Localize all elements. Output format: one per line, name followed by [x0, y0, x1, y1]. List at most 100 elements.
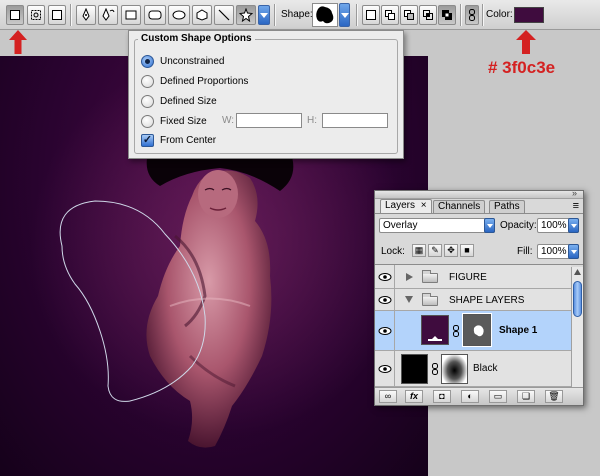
panel-collapse-icon[interactable]: » — [572, 188, 577, 198]
panel-menu-icon[interactable]: ≡ — [573, 201, 579, 212]
mask-link-icon[interactable] — [432, 363, 438, 375]
option-fixed-size[interactable]: Fixed Size — [141, 114, 207, 128]
fx-icon[interactable]: fx — [405, 390, 423, 403]
line-icon[interactable] — [214, 5, 234, 25]
combine-icons[interactable] — [362, 5, 380, 25]
tab-channels[interactable]: Channels — [433, 200, 486, 213]
radio-icon[interactable] — [141, 74, 154, 88]
blend-mode-select[interactable]: Overlay — [379, 218, 495, 233]
tab-paths[interactable]: Paths — [489, 200, 525, 213]
option-defined-proportions[interactable]: Defined Proportions — [141, 74, 248, 88]
fill-field[interactable]: 100% — [537, 244, 579, 259]
toolbar-divider — [482, 4, 484, 26]
paths-icon[interactable] — [27, 5, 45, 25]
color-hex-annotation: # 3f0c3e — [488, 58, 556, 77]
shape-layers-icon[interactable] — [6, 5, 24, 25]
option-from-center[interactable]: ✓ From Center — [141, 133, 216, 147]
fill-pixels-icon[interactable] — [48, 5, 66, 25]
checkbox-checked-icon[interactable]: ✓ — [141, 133, 154, 147]
link-icon[interactable] — [465, 5, 479, 25]
layers-panel: » Layers × Channels Paths ≡ Overlay Opac… — [374, 188, 584, 406]
layer-name: Black — [473, 363, 498, 374]
adjustment-icon[interactable]: ◐ — [461, 390, 479, 403]
intersect-shape-areas-icon[interactable] — [419, 5, 437, 25]
shape-picker[interactable] — [312, 3, 338, 27]
collapse-triangle-icon[interactable] — [405, 296, 413, 303]
tab-close-icon[interactable]: × — [421, 200, 427, 211]
fill-label: Fill: — [517, 246, 533, 257]
layer-row-black[interactable]: Black — [375, 351, 571, 387]
ellipse-icon[interactable] — [168, 5, 190, 25]
shape-label: Shape: — [281, 9, 313, 20]
pen-icon[interactable] — [76, 5, 96, 25]
exclude-overlapping-icon[interactable] — [438, 5, 456, 25]
toolbar-divider — [460, 4, 462, 26]
layer-row-shape-1[interactable]: Shape 1 — [375, 311, 571, 351]
option-label: Defined Size — [160, 95, 217, 107]
rectangle-icon[interactable] — [121, 5, 141, 25]
toolbar-divider — [70, 4, 72, 26]
geometry-options-icon[interactable] — [258, 5, 270, 25]
blob-shape-icon — [316, 6, 334, 24]
panel-titlebar[interactable]: » — [375, 188, 583, 199]
vector-mask-thumbnail[interactable] — [462, 313, 492, 347]
visibility-eye-icon[interactable] — [375, 351, 395, 386]
opacity-field[interactable]: 100% — [537, 218, 579, 233]
radio-icon[interactable] — [141, 94, 154, 108]
scrollbar-thumb[interactable] — [573, 281, 582, 317]
option-unconstrained[interactable]: Unconstrained — [141, 54, 224, 68]
mask-link-icon[interactable] — [453, 325, 459, 337]
new-group-icon[interactable]: ▭ — [489, 390, 507, 403]
lock-buttons: ▦ ✎ ✥ ■ — [412, 244, 474, 257]
scroll-up-icon[interactable] — [574, 269, 581, 275]
option-label: Unconstrained — [160, 55, 225, 67]
black-layer-thumbnail[interactable] — [401, 354, 428, 384]
radio-selected-icon[interactable] — [141, 54, 154, 68]
toolbar-divider — [356, 4, 358, 26]
shape-color-thumbnail[interactable] — [421, 315, 449, 345]
blend-mode-dropdown-icon[interactable] — [484, 218, 495, 233]
link-layers-icon[interactable]: ∞ — [379, 390, 397, 403]
layer-mask-thumbnail[interactable] — [441, 354, 468, 384]
layer-row-shape-layers[interactable]: SHAPE LAYERS — [375, 289, 571, 311]
fill-stepper-icon[interactable] — [568, 244, 579, 259]
blend-mode-value: Overlay — [383, 220, 418, 231]
mask-icon[interactable]: ◘ — [433, 390, 451, 403]
layers-scrollbar[interactable] — [571, 267, 583, 387]
freeform-pen-icon[interactable] — [98, 5, 118, 25]
lock-all-icon[interactable]: ■ — [460, 244, 474, 257]
subtract-shape-area-icon[interactable] — [400, 5, 418, 25]
option-defined-size[interactable]: Defined Size — [141, 94, 217, 108]
custom-shape-icon[interactable] — [236, 5, 256, 25]
visibility-eye-icon[interactable] — [375, 311, 395, 350]
visibility-eye-icon[interactable] — [375, 265, 395, 288]
layer-name: Shape 1 — [499, 325, 538, 336]
layer-row-figure[interactable]: FIGURE — [375, 265, 571, 289]
visibility-eye-icon[interactable] — [375, 289, 395, 310]
trash-icon[interactable]: 🗑 — [545, 390, 563, 403]
lock-image-icon[interactable]: ✎ — [428, 244, 442, 257]
opacity-stepper-icon[interactable] — [568, 218, 579, 233]
lock-transparent-icon[interactable]: ▦ — [412, 244, 426, 257]
width-label: W: — [222, 115, 235, 126]
custom-shape-options-title: Custom Shape Options — [138, 33, 255, 44]
radio-icon[interactable] — [141, 114, 154, 128]
rounded-rectangle-icon[interactable] — [144, 5, 166, 25]
color-swatch[interactable] — [514, 7, 544, 23]
red-arrow-icon — [516, 30, 536, 54]
blob-shape-icon — [473, 325, 484, 337]
height-field[interactable] — [322, 113, 388, 128]
shape-picker-dropdown-icon[interactable] — [339, 3, 350, 27]
lock-label: Lock: — [381, 246, 405, 257]
new-layer-icon[interactable]: ❏ — [517, 390, 535, 403]
add-shape-area-icon[interactable] — [381, 5, 399, 25]
expand-triangle-icon[interactable] — [406, 273, 413, 281]
option-label: Fixed Size — [160, 115, 207, 127]
layer-name: FIGURE — [449, 272, 487, 283]
color-label: Color: — [486, 9, 513, 20]
width-field[interactable] — [236, 113, 302, 128]
lock-position-icon[interactable]: ✥ — [444, 244, 458, 257]
tab-label: Layers — [385, 200, 416, 211]
tab-layers[interactable]: Layers × — [380, 199, 432, 214]
polygon-icon[interactable] — [192, 5, 212, 25]
